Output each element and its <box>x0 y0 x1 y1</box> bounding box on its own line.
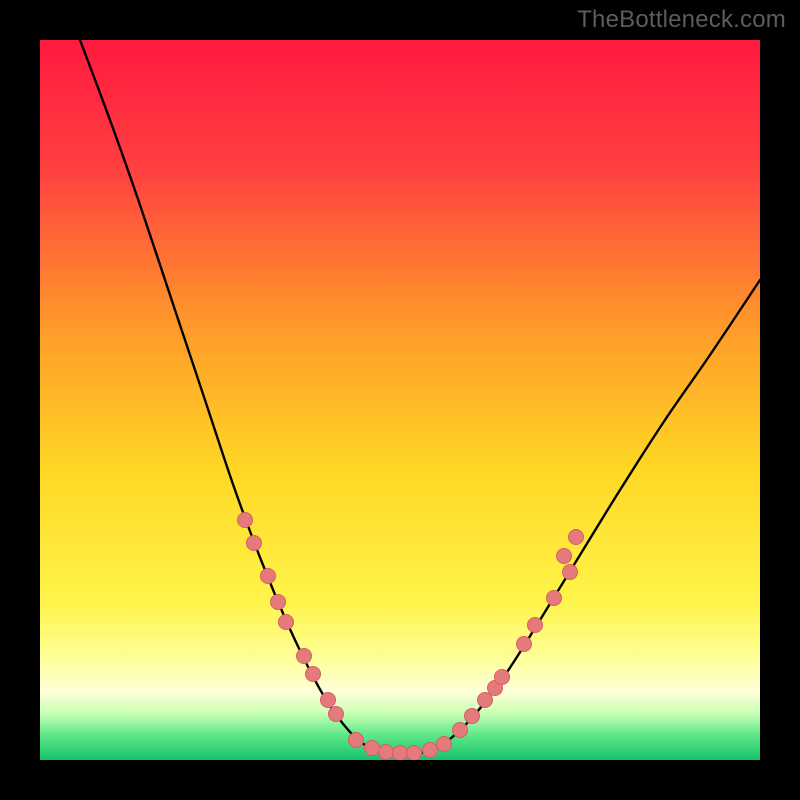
plot-area <box>40 40 760 760</box>
data-dot <box>563 565 578 580</box>
data-dots <box>238 513 584 761</box>
data-dot <box>453 723 468 738</box>
v-curve <box>80 40 760 755</box>
data-dot <box>238 513 253 528</box>
data-dot <box>329 707 344 722</box>
data-dot <box>465 709 480 724</box>
data-dot <box>261 569 276 584</box>
data-dot <box>379 745 394 760</box>
data-dot <box>407 746 422 761</box>
data-dot <box>547 591 562 606</box>
data-dot <box>247 536 262 551</box>
data-dot <box>393 746 408 761</box>
data-dot <box>569 530 584 545</box>
data-dot <box>349 733 364 748</box>
data-dot <box>437 737 452 752</box>
watermark-text: TheBottleneck.com <box>577 6 786 34</box>
data-dot <box>271 595 286 610</box>
data-dot <box>297 649 312 664</box>
data-dot <box>478 693 493 708</box>
data-dot <box>365 741 380 756</box>
data-dot <box>517 637 532 652</box>
curve-layer <box>40 40 760 760</box>
data-dot <box>495 670 510 685</box>
data-dot <box>279 615 294 630</box>
data-dot <box>321 693 336 708</box>
data-dot <box>528 618 543 633</box>
data-dot <box>423 743 438 758</box>
outer-frame: TheBottleneck.com <box>0 0 800 800</box>
data-dot <box>557 549 572 564</box>
data-dot <box>306 667 321 682</box>
